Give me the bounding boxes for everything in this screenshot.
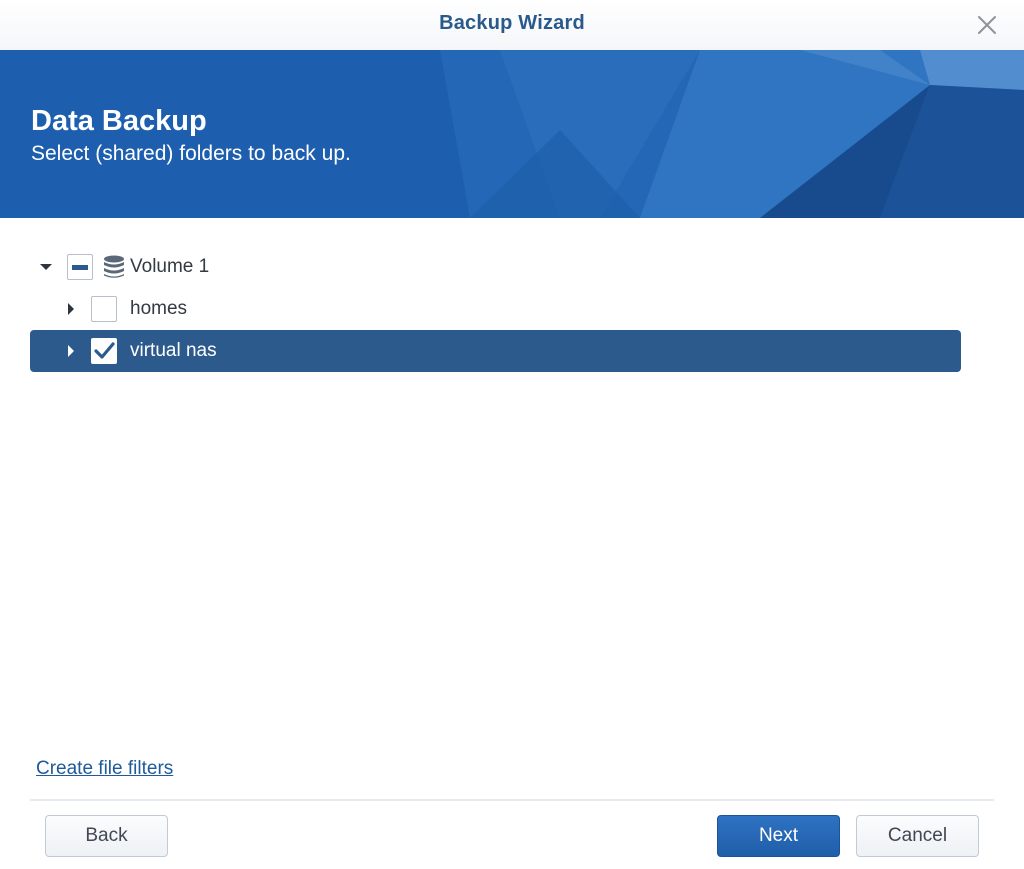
expand-right-icon[interactable]: [63, 301, 79, 317]
tree-row-homes[interactable]: homes: [30, 288, 961, 330]
volume-1-checkbox-partial[interactable]: [67, 254, 93, 280]
back-button[interactable]: Back: [45, 815, 168, 857]
tree-row-virtual-nas[interactable]: virtual nas: [30, 330, 961, 372]
backup-wizard-window: Backup Wizard Data Backup Select (shared…: [0, 0, 1024, 869]
expand-down-icon[interactable]: [38, 259, 54, 275]
tree-row-volume-1[interactable]: Volume 1: [30, 246, 961, 288]
folder-tree: Volume 1 homes virtual nas: [30, 246, 961, 372]
tree-item-label: virtual nas: [130, 340, 217, 361]
banner-heading: Data Backup: [31, 105, 207, 137]
banner-subheading: Select (shared) folders to back up.: [31, 142, 351, 165]
tree-item-label: Volume 1: [130, 256, 210, 277]
create-file-filters-link[interactable]: Create file filters: [36, 758, 173, 780]
header-banner: Data Backup Select (shared) folders to b…: [0, 50, 1024, 218]
window-title: Backup Wizard: [439, 12, 585, 34]
homes-checkbox[interactable]: [91, 296, 117, 322]
cancel-button[interactable]: Cancel: [856, 815, 979, 857]
title-bar: Backup Wizard: [0, 0, 1024, 51]
virtual-nas-checkbox-checked[interactable]: [91, 338, 117, 364]
expand-right-icon[interactable]: [63, 343, 79, 359]
close-icon[interactable]: [974, 12, 1000, 38]
footer-divider: [30, 799, 994, 801]
next-button[interactable]: Next: [717, 815, 840, 857]
database-icon: [102, 254, 126, 280]
tree-item-label: homes: [130, 298, 188, 319]
